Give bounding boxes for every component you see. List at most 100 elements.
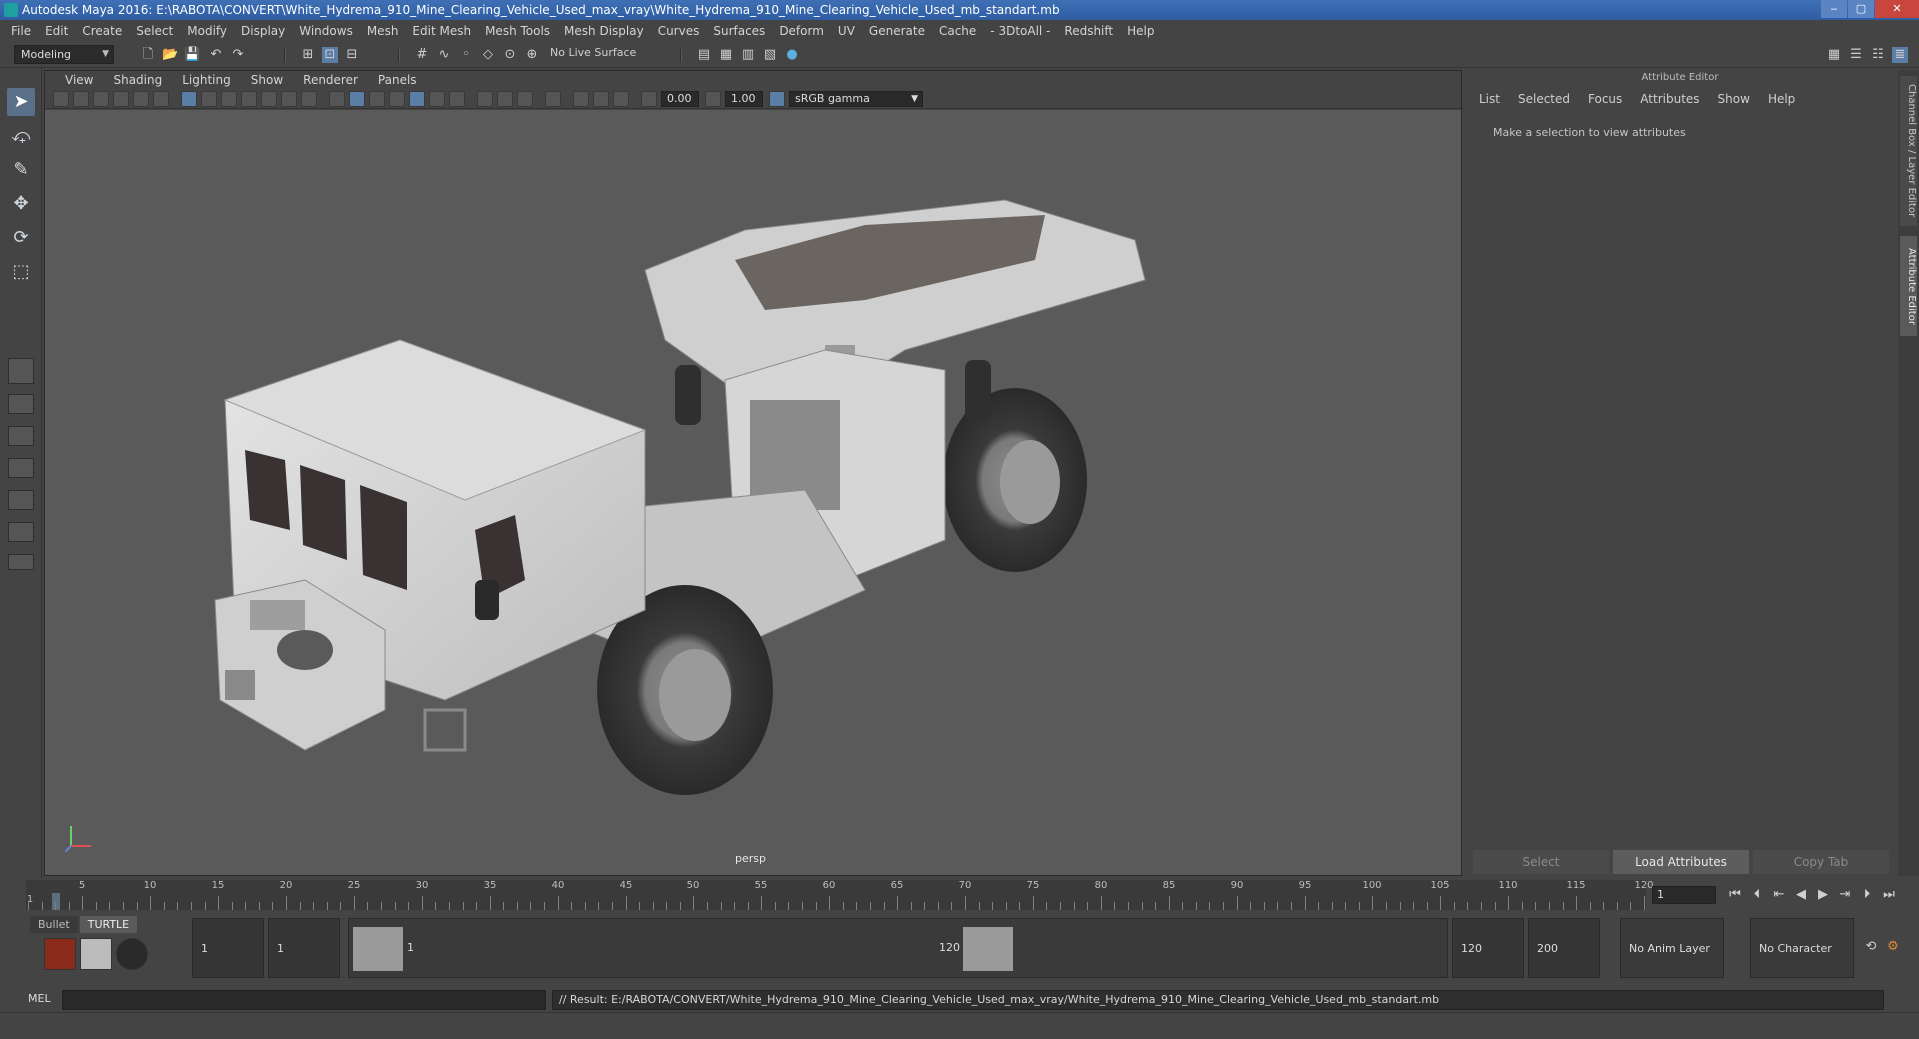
menu-surfaces[interactable]: Surfaces xyxy=(706,24,772,38)
redo-icon[interactable]: ↷ xyxy=(230,47,246,63)
grease-pencil-icon[interactable] xyxy=(153,91,169,107)
menu-display[interactable]: Display xyxy=(234,24,292,38)
character-set-dropdown[interactable]: No Character Set xyxy=(1750,918,1854,1015)
custom-layout-icon[interactable] xyxy=(8,554,34,570)
gate-mask-icon[interactable] xyxy=(241,91,257,107)
snap-curve-icon[interactable]: ∿ xyxy=(436,47,452,63)
menu-cache[interactable]: Cache xyxy=(932,24,983,38)
anti-aliasing-icon[interactable] xyxy=(517,91,533,107)
select-hierarchy-icon[interactable]: ⊞ xyxy=(300,47,316,63)
menu-mesh-display[interactable]: Mesh Display xyxy=(557,24,651,38)
bookmark-icon[interactable] xyxy=(93,91,109,107)
step-forward-icon[interactable]: ⏵ xyxy=(1858,886,1876,904)
current-frame-marker[interactable] xyxy=(52,893,60,910)
go-to-end-icon[interactable]: ⏭ xyxy=(1880,886,1898,904)
image-plane-icon[interactable] xyxy=(113,91,129,107)
select-button[interactable]: Select xyxy=(1473,850,1609,874)
anim-layer-dropdown[interactable]: No Anim Layer xyxy=(1620,918,1724,978)
rotate-tool-icon[interactable]: ⟳ xyxy=(7,224,35,252)
screen-space-ao-icon[interactable] xyxy=(477,91,493,107)
shelf-tab-bullet[interactable]: Bullet xyxy=(30,916,78,933)
select-tool-icon[interactable]: ➤ xyxy=(7,88,35,116)
render-settings-icon[interactable]: ▤ xyxy=(696,47,712,63)
tool-settings-icon[interactable]: ☷ xyxy=(1870,47,1886,63)
snap-together-icon[interactable]: ⊕ xyxy=(524,47,540,63)
save-scene-icon[interactable]: 💾 xyxy=(184,47,200,63)
wireframe-on-shaded-icon[interactable] xyxy=(389,91,405,107)
camera-select-icon[interactable] xyxy=(53,91,69,107)
range-end-handle[interactable] xyxy=(963,927,1013,971)
exposure-icon[interactable] xyxy=(641,91,657,107)
viewport-canvas[interactable]: persp xyxy=(45,110,1461,875)
current-frame-field[interactable]: 1 xyxy=(1652,886,1716,904)
grid-toggle-icon[interactable] xyxy=(181,91,197,107)
play-forwards-icon[interactable]: ▶ xyxy=(1814,886,1832,904)
playback-end-field[interactable]: 120 xyxy=(1452,918,1524,978)
attribute-editor-toggle-icon[interactable]: ☰ xyxy=(1848,47,1864,63)
step-forward-key-icon[interactable]: ⇥ xyxy=(1836,886,1854,904)
view-transform-dropdown[interactable]: sRGB gamma ▼ xyxy=(789,91,923,107)
render-view-icon[interactable]: ▧ xyxy=(762,47,778,63)
field-chart-icon[interactable] xyxy=(261,91,277,107)
bake-icon[interactable] xyxy=(44,938,76,970)
menu-set-dropdown[interactable]: Modeling ▼ xyxy=(14,45,114,64)
menu-curves[interactable]: Curves xyxy=(651,24,707,38)
snap-live-icon[interactable]: ⊙ xyxy=(502,47,518,63)
snap-point-icon[interactable]: ◦ xyxy=(458,47,474,63)
viewport-menu-panels[interactable]: Panels xyxy=(368,73,427,87)
command-input[interactable] xyxy=(62,990,546,1010)
select-object-icon[interactable]: ⊡ xyxy=(322,47,338,63)
hypershade-icon[interactable]: ● xyxy=(784,47,800,63)
channel-box-toggle-icon[interactable]: ≣ xyxy=(1892,47,1908,63)
xray-joints-icon[interactable] xyxy=(593,91,609,107)
menu-help[interactable]: Help xyxy=(1120,24,1161,38)
lasso-tool-icon[interactable]: ⤽ xyxy=(7,122,35,150)
viewport-menu-view[interactable]: View xyxy=(55,73,103,87)
animation-preferences-icon[interactable]: ⚙ xyxy=(1884,938,1902,956)
modeling-toolkit-icon[interactable]: ▦ xyxy=(1826,47,1842,63)
render-settings-shelf-icon[interactable] xyxy=(80,938,112,970)
default-material-icon[interactable] xyxy=(369,91,385,107)
four-view-layout-icon[interactable] xyxy=(8,394,34,414)
use-all-lights-icon[interactable] xyxy=(429,91,445,107)
sphere-icon[interactable] xyxy=(116,938,148,970)
textured-icon[interactable] xyxy=(409,91,425,107)
ae-menu-help[interactable]: Help xyxy=(1768,92,1795,106)
move-tool-icon[interactable]: ✥ xyxy=(7,190,35,218)
menu-redshift[interactable]: Redshift xyxy=(1057,24,1120,38)
gamma-field[interactable]: 1.00 xyxy=(725,91,763,107)
menu-uv[interactable]: UV xyxy=(831,24,862,38)
menu-mesh[interactable]: Mesh xyxy=(360,24,406,38)
snap-view-plane-icon[interactable]: ◇ xyxy=(480,47,496,63)
ae-menu-attributes[interactable]: Attributes xyxy=(1640,92,1699,106)
menu-edit-mesh[interactable]: Edit Mesh xyxy=(405,24,478,38)
step-back-icon[interactable]: ⏴ xyxy=(1748,886,1766,904)
persp-outliner-layout-icon[interactable] xyxy=(8,426,34,446)
shelf-tab-turtle[interactable]: TURTLE xyxy=(79,916,138,933)
load-attributes-button[interactable]: Load Attributes xyxy=(1613,850,1749,874)
menu-edit[interactable]: Edit xyxy=(38,24,75,38)
ipr-render-icon[interactable]: ▥ xyxy=(740,47,756,63)
exposure-field[interactable]: 0.00 xyxy=(661,91,699,107)
step-back-key-icon[interactable]: ⇤ xyxy=(1770,886,1788,904)
color-management-icon[interactable] xyxy=(769,91,785,107)
isolate-select-icon[interactable] xyxy=(545,91,561,107)
script-language-toggle[interactable]: MEL xyxy=(28,992,51,1005)
safe-action-icon[interactable] xyxy=(281,91,297,107)
motion-blur-icon[interactable] xyxy=(497,91,513,107)
persp-hypershade-layout-icon[interactable] xyxy=(8,490,34,510)
time-ruler[interactable]: 1 5 10 15 20 25 30 35 40 45 50 55 60 65 70 75 80 85 90 95 1… xyxy=(26,880,1654,910)
viewport-menu-renderer[interactable]: Renderer xyxy=(293,73,368,87)
menu-modify[interactable]: Modify xyxy=(180,24,234,38)
go-to-start-icon[interactable]: ⏮ xyxy=(1726,886,1744,904)
smooth-shade-icon[interactable] xyxy=(349,91,365,107)
playback-start-field[interactable]: 1 xyxy=(268,918,340,978)
xray-icon[interactable] xyxy=(573,91,589,107)
menu-mesh-tools[interactable]: Mesh Tools xyxy=(478,24,557,38)
ae-menu-selected[interactable]: Selected xyxy=(1518,92,1570,106)
ae-menu-show[interactable]: Show xyxy=(1718,92,1750,106)
2d-pan-zoom-icon[interactable] xyxy=(133,91,149,107)
minimize-button[interactable]: ‒ xyxy=(1821,0,1847,18)
menu-windows[interactable]: Windows xyxy=(292,24,360,38)
viewport-menu-show[interactable]: Show xyxy=(241,73,293,87)
